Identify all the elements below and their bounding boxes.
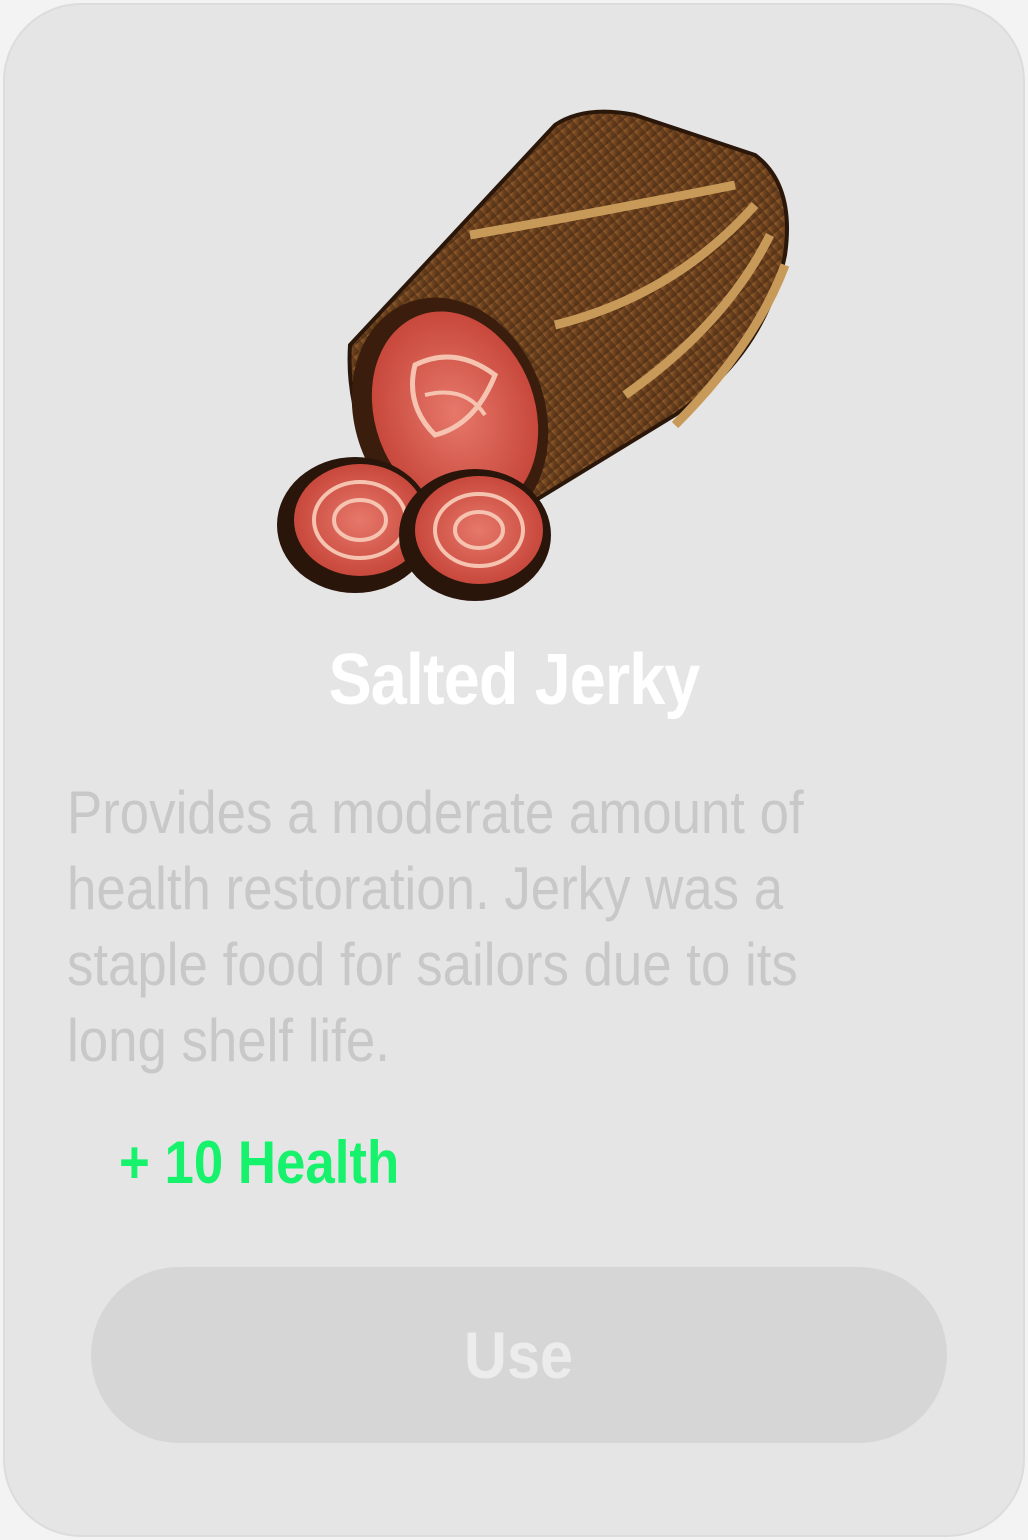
item-card: Salted Jerky Provides a moderate amount …: [3, 3, 1025, 1537]
use-button-label: Use: [464, 1318, 574, 1392]
health-effect: + 10 Health: [119, 1129, 400, 1196]
salted-jerky-icon: [277, 109, 790, 601]
item-description: Provides a moderate amount of health res…: [67, 779, 804, 1074]
item-title: Salted Jerky: [328, 640, 700, 720]
use-button[interactable]: Use: [91, 1267, 947, 1443]
